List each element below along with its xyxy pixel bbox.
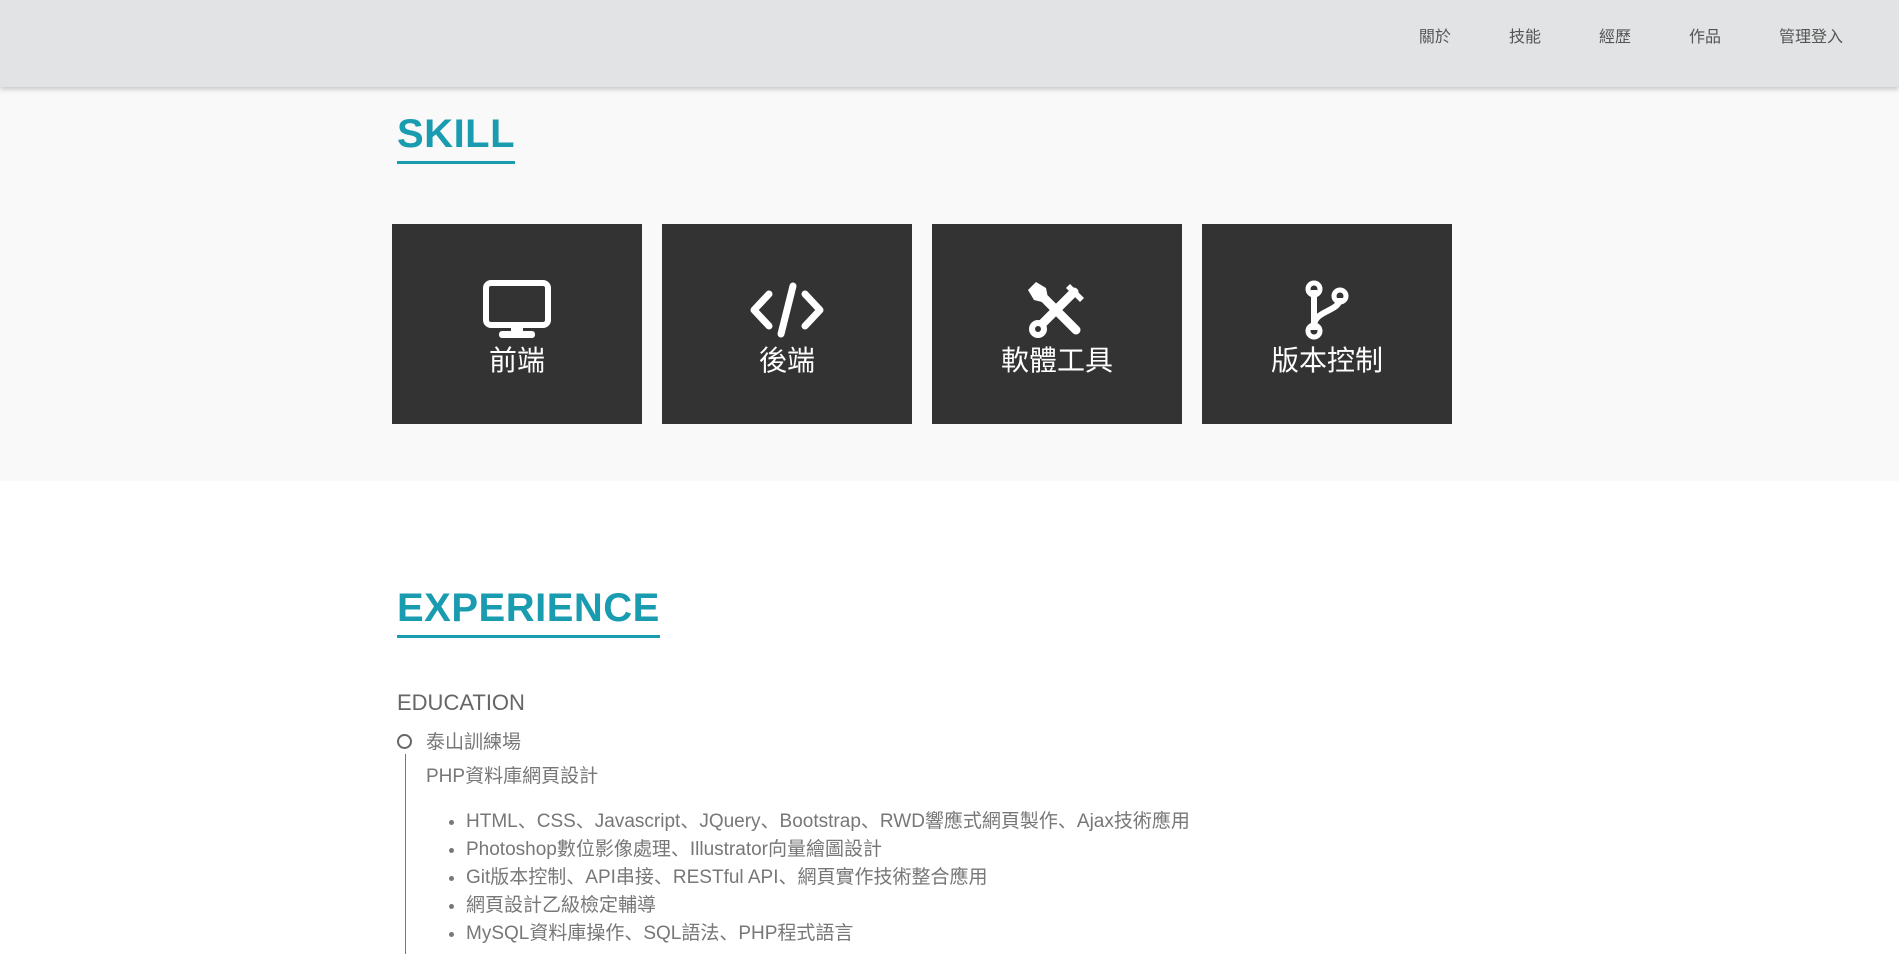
education-course: PHP資料庫網頁設計 [426,766,599,787]
education-heading: EDUCATION [397,690,525,715]
skill-card-frontend[interactable]: 前端 [392,224,642,424]
nav-link-about[interactable]: 關於 [1390,26,1480,50]
skill-card-label: 前端 [488,344,545,377]
skill-card-version-control[interactable]: 版本控制 [1202,224,1452,424]
nav-menu: 關於 技能 經歷 作品 管理登入 [1390,26,1843,50]
skill-card-label: 軟體工具 [1000,344,1113,377]
course-topics-list: HTML、CSS、Javascript、JQuery、Bootstrap、RWD… [446,808,1190,948]
skill-section: SKILL 前端 後端 軟體工具 版本控制 [0,87,1899,481]
git-branch-icon [1302,270,1352,340]
nav-link-skills[interactable]: 技能 [1480,26,1570,50]
education-org: 泰山訓練場 [426,732,522,753]
tools-icon [1026,270,1088,340]
skill-cards: 前端 後端 軟體工具 版本控制 [392,224,1452,424]
skill-card-label: 版本控制 [1270,344,1383,377]
list-item: 網頁設計乙級檢定輔導 [466,892,1190,920]
timeline-dot-icon [397,734,412,749]
top-navbar: 關於 技能 經歷 作品 管理登入 [0,0,1899,87]
monitor-icon [483,270,551,340]
experience-heading: EXPERIENCE [397,585,660,638]
skill-card-tools[interactable]: 軟體工具 [932,224,1182,424]
skill-card-backend[interactable]: 後端 [662,224,912,424]
timeline-line [405,754,406,954]
nav-link-portfolio[interactable]: 作品 [1660,26,1750,50]
list-item: Git版本控制、API串接、RESTful API、網頁實作技術整合應用 [466,864,1190,892]
code-icon [749,270,825,340]
skill-card-label: 後端 [758,344,815,377]
list-item: HTML、CSS、Javascript、JQuery、Bootstrap、RWD… [466,808,1190,836]
nav-link-admin-login[interactable]: 管理登入 [1750,26,1843,50]
list-item: MySQL資料庫操作、SQL語法、PHP程式語言 [466,920,1190,948]
nav-link-experience[interactable]: 經歷 [1570,26,1660,50]
list-item: Photoshop數位影像處理、Illustrator向量繪圖設計 [466,836,1190,864]
skill-heading: SKILL [397,111,516,164]
